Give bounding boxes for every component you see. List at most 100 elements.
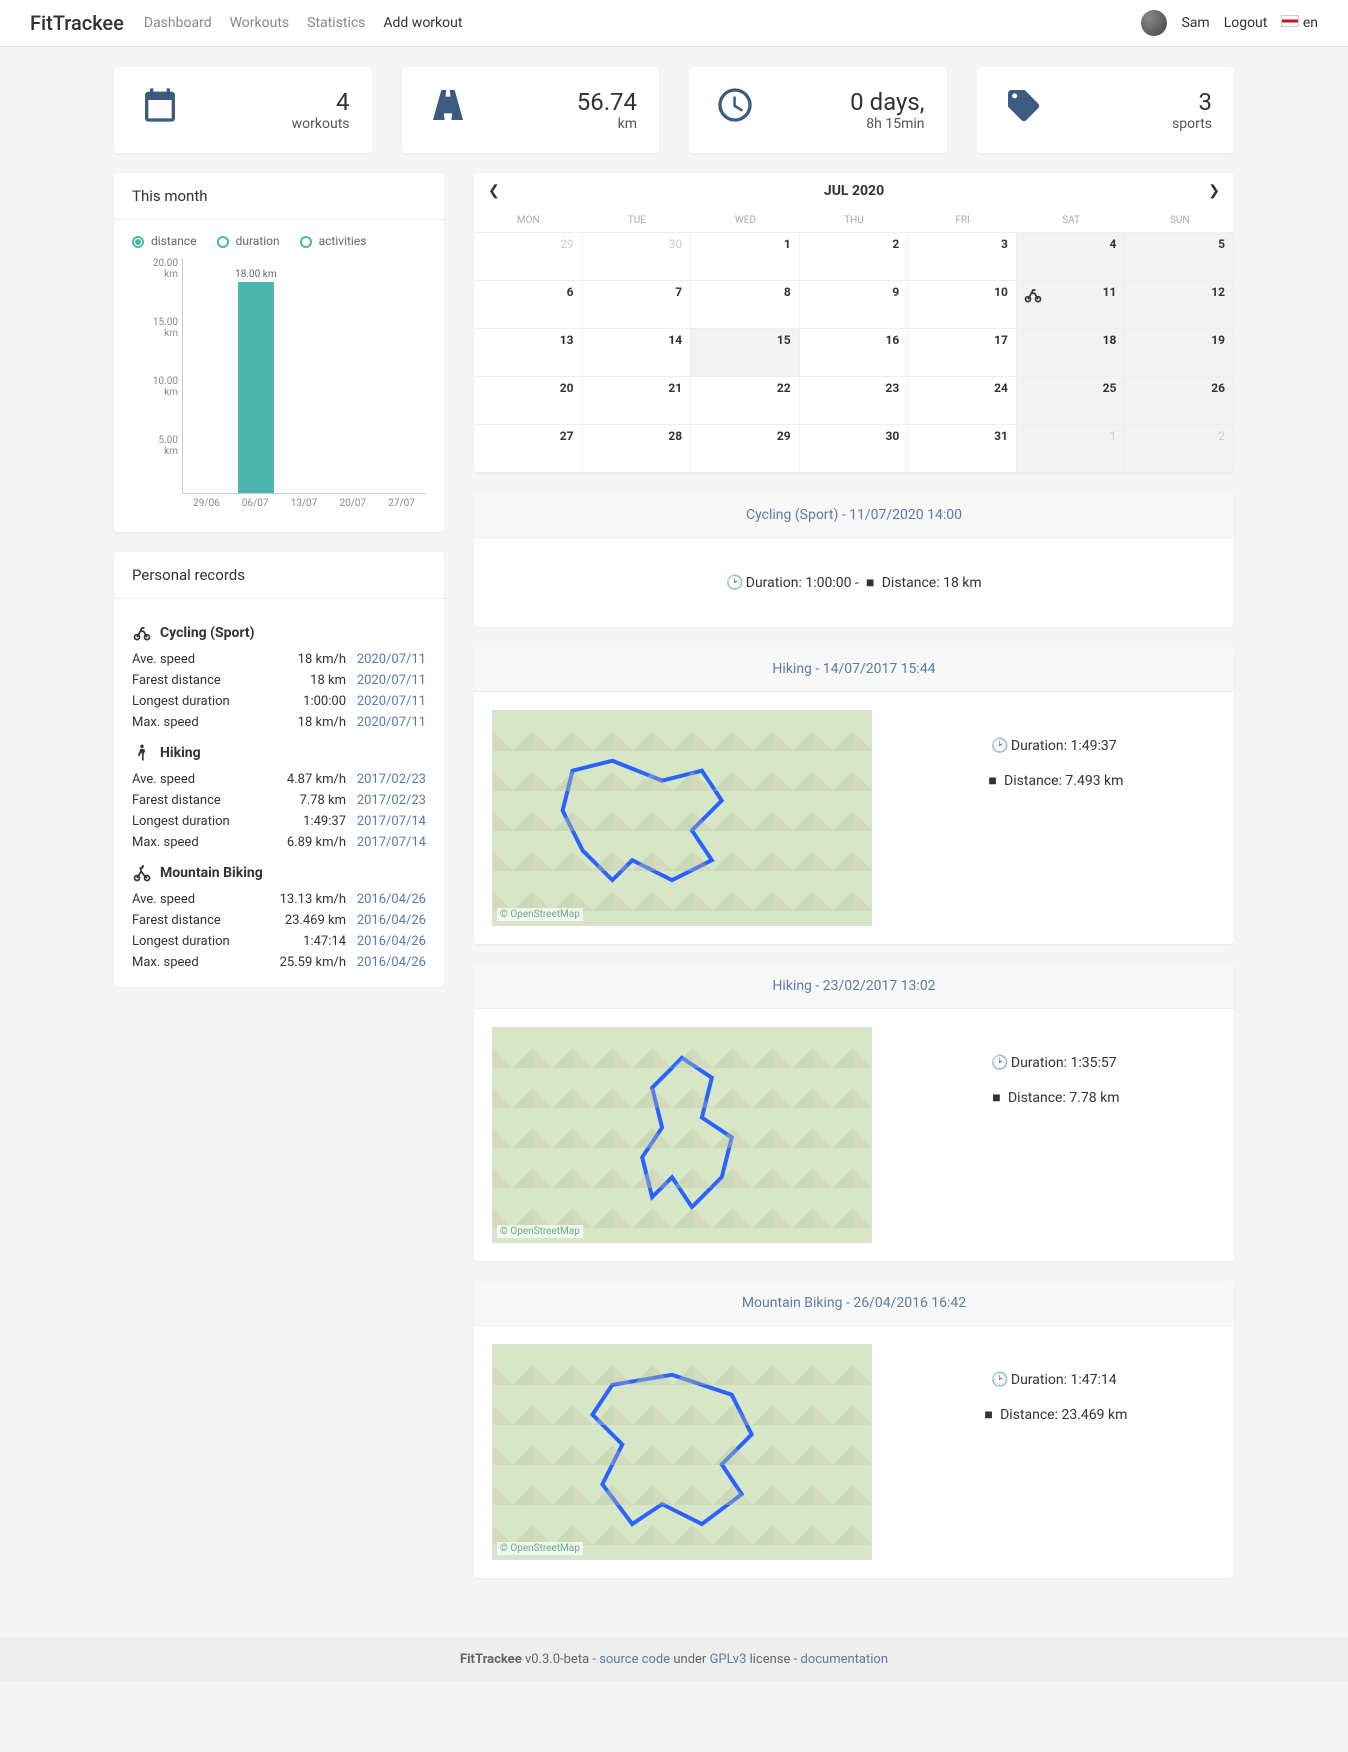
footer-source-link[interactable]: source code	[599, 1652, 670, 1667]
workout-title-link[interactable]: Mountain Biking - 26/04/2016 16:42	[742, 1295, 966, 1311]
workout-map[interactable]: © OpenStreetMap	[492, 1344, 872, 1560]
record-date-link[interactable]: 2020/07/11	[346, 694, 426, 709]
calendar-cell[interactable]: 27	[474, 425, 583, 473]
record-row: Max. speed25.59 km/h2016/04/26	[132, 952, 426, 973]
calendar-cell[interactable]: 11	[1017, 281, 1126, 329]
brand[interactable]: FitTrackee	[30, 11, 124, 35]
lang-switch[interactable]: en	[1281, 15, 1318, 31]
nav-username[interactable]: Sam	[1181, 15, 1209, 31]
calendar-cell[interactable]: 30	[583, 233, 692, 281]
calendar-cell[interactable]: 13	[474, 329, 583, 377]
calendar-cell[interactable]: 23	[800, 377, 909, 425]
workout-title-link[interactable]: Hiking - 14/07/2017 15:44	[772, 661, 935, 677]
workout-title-link[interactable]: Hiking - 23/02/2017 13:02	[772, 978, 935, 994]
calendar-cell[interactable]: 2	[1125, 425, 1234, 473]
osm-attribution[interactable]: © OpenStreetMap	[497, 1225, 583, 1238]
calendar-cell[interactable]: 22	[691, 377, 800, 425]
calendar-cell[interactable]: 29	[474, 233, 583, 281]
osm-attribution[interactable]: © OpenStreetMap	[497, 1542, 583, 1555]
record-label: Farest distance	[132, 673, 256, 688]
record-value: 7.78 km	[256, 793, 346, 808]
nav-links: Dashboard Workouts Statistics Add workout	[144, 15, 1142, 31]
calendar-cell[interactable]: 4	[1017, 233, 1126, 281]
record-date-link[interactable]: 2017/02/23	[346, 772, 426, 787]
record-date-link[interactable]: 2016/04/26	[346, 892, 426, 907]
footer-license-link[interactable]: GPLv3	[710, 1652, 747, 1667]
record-date-link[interactable]: 2020/07/11	[346, 673, 426, 688]
calendar-day-header: FRI	[908, 209, 1017, 233]
osm-attribution[interactable]: © OpenStreetMap	[497, 908, 583, 921]
nav-link-dashboard[interactable]: Dashboard	[144, 15, 212, 31]
workout-map[interactable]: © OpenStreetMap	[492, 1027, 872, 1243]
calendar-cell[interactable]: 12	[1125, 281, 1234, 329]
calendar-cell[interactable]: 25	[1017, 377, 1126, 425]
calendar-cell[interactable]: 31	[908, 425, 1017, 473]
calendar-cell[interactable]: 6	[474, 281, 583, 329]
record-date-link[interactable]: 2016/04/26	[346, 934, 426, 949]
chart-control-activities[interactable]: activities	[300, 234, 367, 248]
calendar-cell[interactable]: 18	[1017, 329, 1126, 377]
calendar-cell[interactable]: 21	[583, 377, 692, 425]
calendar-cell[interactable]: 15	[691, 329, 800, 377]
clock-icon: 🕑	[991, 1372, 1007, 1388]
chart-control-duration[interactable]: duration	[217, 234, 280, 248]
sport-name: Mountain Biking	[160, 865, 263, 881]
record-row: Farest distance7.78 km2017/02/23	[132, 790, 426, 811]
nav-link-add-workout[interactable]: Add workout	[383, 15, 462, 31]
personal-records-card: Personal records Cycling (Sport)Ave. spe…	[114, 552, 444, 987]
calendar-cell[interactable]: 5	[1125, 233, 1234, 281]
record-date-link[interactable]: 2020/07/11	[346, 652, 426, 667]
calendar-cell[interactable]: 17	[908, 329, 1017, 377]
road-icon: ■	[981, 1406, 997, 1423]
workout-title-link[interactable]: Cycling (Sport) - 11/07/2020 14:00	[746, 507, 962, 523]
record-date-link[interactable]: 2017/02/23	[346, 793, 426, 808]
calendar-next-button[interactable]: ❯	[1208, 183, 1220, 199]
calendar-cell[interactable]: 29	[691, 425, 800, 473]
calendar-cell[interactable]: 8	[691, 281, 800, 329]
calendar-icon	[136, 85, 184, 135]
road-icon: ■	[989, 1089, 1005, 1106]
calendar-cell[interactable]: 9	[800, 281, 909, 329]
record-date-link[interactable]: 2017/07/14	[346, 835, 426, 850]
y-tick: 10.00km	[132, 376, 178, 398]
record-label: Max. speed	[132, 955, 256, 970]
calendar-cell[interactable]: 16	[800, 329, 909, 377]
calendar-cell[interactable]: 14	[583, 329, 692, 377]
calendar-cell[interactable]: 19	[1125, 329, 1234, 377]
avatar[interactable]	[1141, 10, 1167, 36]
record-date-link[interactable]: 2020/07/11	[346, 715, 426, 730]
calendar-cell[interactable]: 3	[908, 233, 1017, 281]
sport-header: Hiking	[132, 743, 426, 763]
record-date-link[interactable]: 2016/04/26	[346, 913, 426, 928]
calendar-cell[interactable]: 28	[583, 425, 692, 473]
calendar-day-header: SUN	[1125, 209, 1234, 233]
calendar-cell[interactable]: 26	[1125, 377, 1234, 425]
chart-control-distance[interactable]: distance	[132, 234, 197, 248]
workout-map[interactable]: © OpenStreetMap	[492, 710, 872, 926]
calendar-day-header: SAT	[1017, 209, 1126, 233]
stat-label: sports	[1063, 116, 1213, 132]
calendar-cell[interactable]: 2	[800, 233, 909, 281]
calendar-cell[interactable]: 10	[908, 281, 1017, 329]
chart-controls: distance duration activities	[132, 234, 426, 248]
workout-distance: ■ Distance: 7.78 km	[892, 1089, 1216, 1106]
record-date-link[interactable]: 2016/04/26	[346, 955, 426, 970]
nav-link-workouts[interactable]: Workouts	[230, 15, 290, 31]
footer-docs-link[interactable]: documentation	[800, 1652, 888, 1667]
nav-link-statistics[interactable]: Statistics	[307, 15, 365, 31]
record-label: Longest duration	[132, 694, 256, 709]
road-icon	[424, 85, 472, 135]
calendar-cell[interactable]: 1	[1017, 425, 1126, 473]
calendar-day-header: WED	[691, 209, 800, 233]
road-icon: ■	[862, 574, 878, 591]
calendar-prev-button[interactable]: ❮	[488, 183, 500, 199]
calendar-cell[interactable]: 7	[583, 281, 692, 329]
calendar-cell[interactable]: 24	[908, 377, 1017, 425]
calendar-cell[interactable]: 20	[474, 377, 583, 425]
record-date-link[interactable]: 2017/07/14	[346, 814, 426, 829]
clock-icon: 🕑	[726, 575, 742, 591]
stats-row: 4workouts56.74km0 days,8h 15min3sports	[114, 67, 1234, 153]
calendar-cell[interactable]: 1	[691, 233, 800, 281]
nav-logout[interactable]: Logout	[1224, 15, 1268, 31]
calendar-cell[interactable]: 30	[800, 425, 909, 473]
